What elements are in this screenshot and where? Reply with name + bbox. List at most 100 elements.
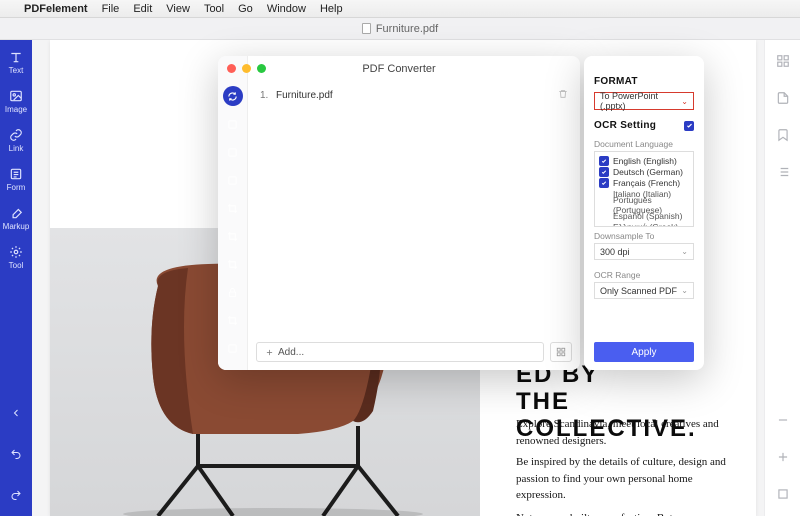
redo-icon [10, 489, 22, 501]
language-option[interactable]: Ελληνικά (Greek) [599, 221, 689, 227]
dialog-tool-2[interactable] [223, 142, 243, 162]
dialog-tool-3[interactable] [223, 170, 243, 190]
sidebar-item-form[interactable]: Form [0, 167, 32, 192]
sidebar-item-label: Form [7, 183, 26, 192]
ocr-range-select[interactable]: Only Scanned PDF ⌄ [594, 282, 694, 299]
app-name[interactable]: PDFelement [24, 3, 88, 15]
crop-icon [227, 203, 238, 214]
file-name: Furniture.pdf [276, 90, 558, 101]
menu-help[interactable]: Help [320, 3, 343, 15]
add-file-button[interactable]: Add... [256, 342, 544, 362]
remove-file-button[interactable] [558, 89, 568, 102]
sidebar-item-label: Text [9, 66, 24, 75]
file-row[interactable]: 1. Furniture.pdf [256, 86, 572, 105]
fit-page-button[interactable] [776, 487, 790, 506]
sidebar-item-label: Link [9, 144, 24, 153]
dialog-tool-6[interactable] [223, 254, 243, 274]
downsample-select[interactable]: 300 dpi ⌄ [594, 243, 694, 260]
ocr-toggle-checkbox[interactable] [684, 121, 694, 131]
sidebar-item-label: Markup [3, 222, 30, 231]
square-icon [227, 175, 238, 186]
language-listbox[interactable]: English (English) Deutsch (German) Franç… [594, 151, 694, 227]
menu-go[interactable]: Go [238, 3, 253, 15]
sidebar-item-image[interactable]: Image [0, 89, 32, 114]
square-icon [227, 119, 238, 130]
downsample-label: Downsample To [594, 231, 694, 241]
language-option[interactable]: Español (Spanish) [599, 210, 689, 221]
list-panel-button[interactable] [776, 165, 790, 184]
sidebar-redo-button[interactable] [10, 489, 22, 504]
plus-icon [776, 450, 790, 464]
link-icon [9, 128, 23, 142]
format-select[interactable]: To PowerPoint (.pptx) ⌄ [594, 92, 694, 110]
downsample-value: 300 dpi [600, 247, 630, 257]
page-panel-button[interactable] [776, 91, 790, 110]
form-icon [9, 167, 23, 181]
zoom-in-button[interactable] [776, 450, 790, 469]
dialog-tool-4[interactable] [223, 198, 243, 218]
document-icon [362, 23, 371, 34]
convert-settings-panel: FORMAT To PowerPoint (.pptx) ⌄ OCR Setti… [584, 56, 704, 370]
dialog-tool-8[interactable] [223, 338, 243, 358]
menu-window[interactable]: Window [267, 3, 306, 15]
square-icon [227, 343, 238, 354]
file-index: 1. [260, 90, 276, 101]
menu-tool[interactable]: Tool [204, 3, 224, 15]
dialog-tool-1[interactable] [223, 114, 243, 134]
plus-icon [265, 348, 274, 357]
language-option[interactable]: Deutsch (German) [599, 166, 689, 177]
format-value: To PowerPoint (.pptx) [600, 91, 681, 111]
fit-icon [776, 487, 790, 501]
menu-file[interactable]: File [102, 3, 120, 15]
sidebar-undo-button[interactable] [10, 448, 22, 463]
crop-icon [227, 259, 238, 270]
chevron-down-icon: ⌄ [681, 286, 688, 295]
crop-icon [227, 231, 238, 242]
dialog-sidebar [218, 56, 248, 370]
menu-edit[interactable]: Edit [133, 3, 152, 15]
markup-icon [9, 206, 23, 220]
page-paragraph: Be inspired by the details of culture, d… [516, 454, 738, 504]
bookmark-panel-button[interactable] [776, 128, 790, 147]
bookmark-icon [776, 128, 790, 142]
language-option[interactable]: Français (French) [599, 177, 689, 188]
apply-button[interactable]: Apply [594, 342, 694, 362]
language-option[interactable]: English (English) [599, 155, 689, 166]
menu-view[interactable]: View [166, 3, 190, 15]
language-label: Deutsch (German) [613, 167, 683, 177]
sidebar-item-link[interactable]: Link [0, 128, 32, 153]
doc-language-label: Document Language [594, 139, 694, 149]
page-paragraph: Not a space built on perfection. But a [516, 510, 738, 516]
convert-icon [227, 91, 238, 102]
right-sidebar [764, 40, 800, 516]
window-toolbar: Furniture.pdf [0, 18, 800, 40]
dialog-body: 1. Furniture.pdf Add... [248, 56, 580, 370]
text-icon [9, 50, 23, 64]
sidebar-item-markup[interactable]: Markup [0, 206, 32, 231]
left-sidebar: Text Image Link Form Markup Tool [0, 40, 32, 516]
document-tab-title[interactable]: Furniture.pdf [376, 23, 438, 35]
convert-tab[interactable] [223, 86, 243, 106]
thumbnails-button[interactable] [776, 54, 790, 73]
sidebar-item-text[interactable]: Text [0, 50, 32, 75]
add-file-label: Add... [278, 347, 304, 358]
grid-icon [556, 347, 566, 357]
zoom-out-button[interactable] [776, 413, 790, 432]
view-toggle-button[interactable] [550, 342, 572, 362]
ocr-heading: OCR Setting [594, 120, 656, 131]
grid-icon [776, 54, 790, 68]
square-icon [227, 147, 238, 158]
dialog-tool-5[interactable] [223, 226, 243, 246]
language-label: Ελληνικά (Greek) [613, 222, 678, 228]
checkbox-icon [599, 167, 609, 177]
dialog-tool-7[interactable] [223, 310, 243, 330]
language-option[interactable]: Português (Portuguese) [599, 199, 689, 210]
lock-icon [227, 287, 238, 298]
language-label: Español (Spanish) [613, 211, 682, 221]
sidebar-item-tool[interactable]: Tool [0, 245, 32, 270]
crop-icon [227, 315, 238, 326]
undo-icon [10, 448, 22, 460]
dialog-tool-lock[interactable] [223, 282, 243, 302]
ocr-range-label: OCR Range [594, 270, 694, 280]
sidebar-collapse-button[interactable] [10, 407, 22, 422]
